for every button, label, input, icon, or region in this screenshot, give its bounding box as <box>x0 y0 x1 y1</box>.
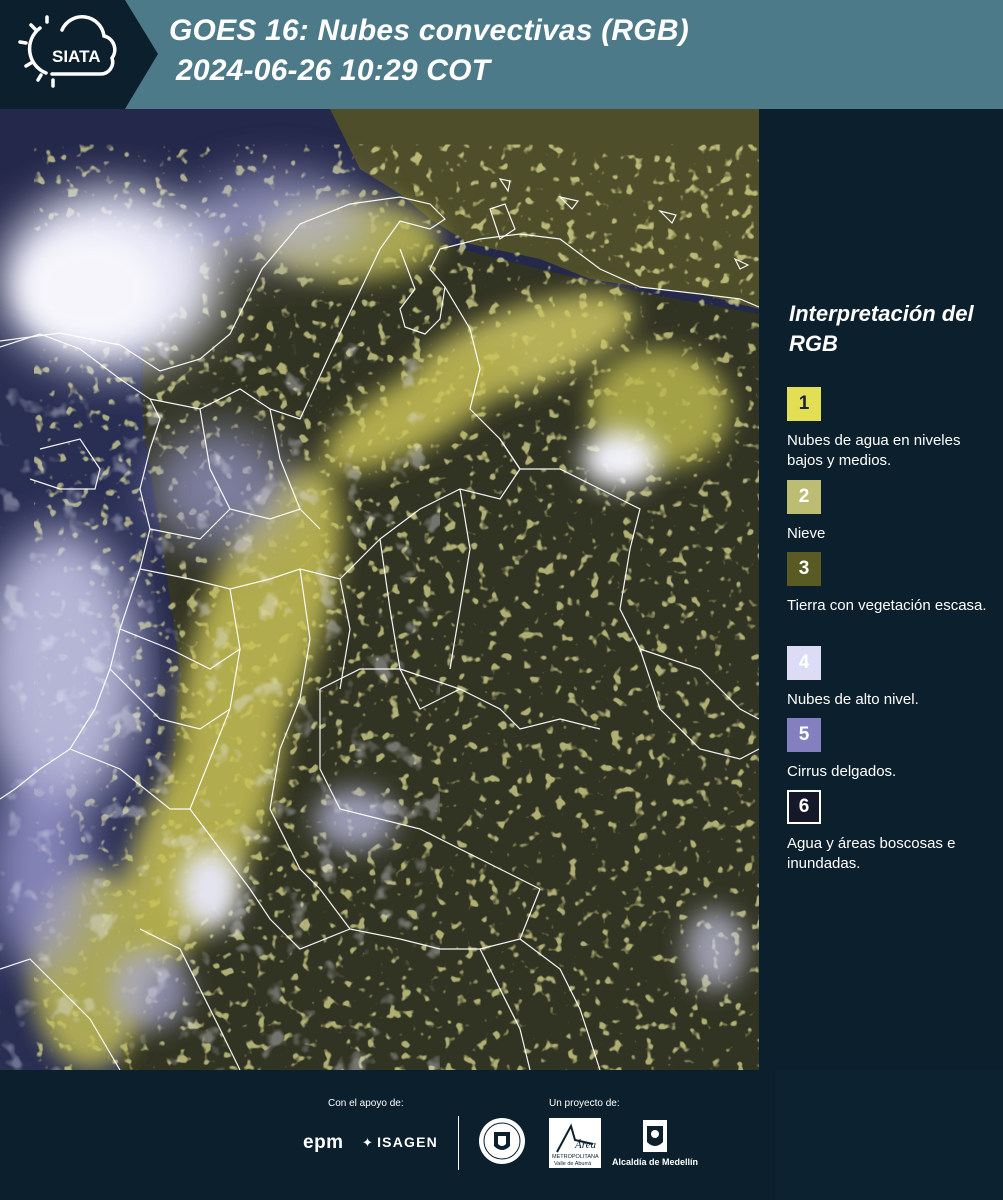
footer-strip <box>775 1070 1003 1200</box>
header-bar: SIATA GOES 16: Nubes convectivas (RGB) 2… <box>0 0 1003 109</box>
legend-item-6: 6 Agua y áreas boscosas e inundadas. <box>787 790 997 874</box>
support-caption: Con el apoyo de: <box>328 1098 404 1109</box>
satellite-image <box>0 109 759 1070</box>
project-caption: Un proyecto de: <box>549 1098 620 1109</box>
area-logo-text: Área <box>574 1139 596 1151</box>
footer: Con el apoyo de: Un proyecto de: epm ✦ IS… <box>0 1070 1003 1200</box>
area-logo-sub2: Valle de Aburrá <box>554 1161 592 1167</box>
siata-logo-badge: SIATA <box>0 0 158 109</box>
legend-label-5: Cirrus delgados. <box>787 763 897 780</box>
isagen-logo-text: ISAGEN <box>377 1134 438 1150</box>
legend-swatch-2: 2 <box>787 480 821 514</box>
legend-number-1: 1 <box>798 393 810 414</box>
alcaldia-logo-text: Alcaldía de Medellín <box>612 1157 699 1167</box>
legend-number-6: 6 <box>798 796 810 817</box>
legend-swatch-5: 5 <box>787 718 821 752</box>
legend-panel: Interpretación del RGB 1 Nubes de agua e… <box>759 109 1003 1070</box>
siata-logo: SIATA <box>0 0 158 109</box>
satellite-map <box>0 109 759 1070</box>
legend-swatch-4: 4 <box>787 646 821 680</box>
legend-label-4: Nubes de alto nivel. <box>787 691 919 708</box>
legend-label-3: Tierra con vegetación escasa. <box>787 597 987 614</box>
legend-number-5: 5 <box>798 724 810 745</box>
legend-item-3: 3 Tierra con vegetación escasa. <box>787 552 997 616</box>
legend-number-4: 4 <box>798 652 810 673</box>
page-title: GOES 16: Nubes convectivas (RGB) <box>169 14 689 47</box>
area-logo-sub1: METROPOLITANA <box>552 1154 599 1160</box>
legend-label-2: Nieve <box>787 525 826 542</box>
timestamp: 2024-06-26 10:29 COT <box>176 54 491 87</box>
isagen-mark-icon: ✦ <box>362 1135 375 1150</box>
legend-item-2: 2 Nieve <box>787 480 997 544</box>
footer-divider <box>458 1116 459 1170</box>
legend-swatch-3: 3 <box>787 552 821 586</box>
legend-label-6: Agua y áreas boscosas e inundadas. <box>787 835 956 872</box>
legend-item-5: 5 Cirrus delgados. <box>787 718 997 782</box>
siata-logo-text: SIATA <box>52 47 100 66</box>
medellin-seal-icon <box>477 1116 527 1171</box>
legend-swatch-6: 6 <box>787 790 821 824</box>
area-metropolitana-logo: Área METROPOLITANA Valle de Aburrá <box>549 1118 601 1168</box>
legend-item-4: 4 Nubes de alto nivel. <box>787 646 997 710</box>
isagen-logo: ✦ ISAGEN <box>362 1134 438 1151</box>
legend-number-2: 2 <box>798 486 810 507</box>
legend-title: Interpretación del RGB <box>789 301 974 356</box>
legend-number-3: 3 <box>798 558 810 579</box>
legend-swatch-1: 1 <box>787 387 821 421</box>
legend-label-1: Nubes de agua en niveles bajos y medios. <box>787 432 961 469</box>
epm-logo: epm <box>303 1132 344 1153</box>
legend-item-1: 1 Nubes de agua en niveles bajos y medio… <box>787 387 997 471</box>
alcaldia-shield-icon <box>640 1118 670 1159</box>
